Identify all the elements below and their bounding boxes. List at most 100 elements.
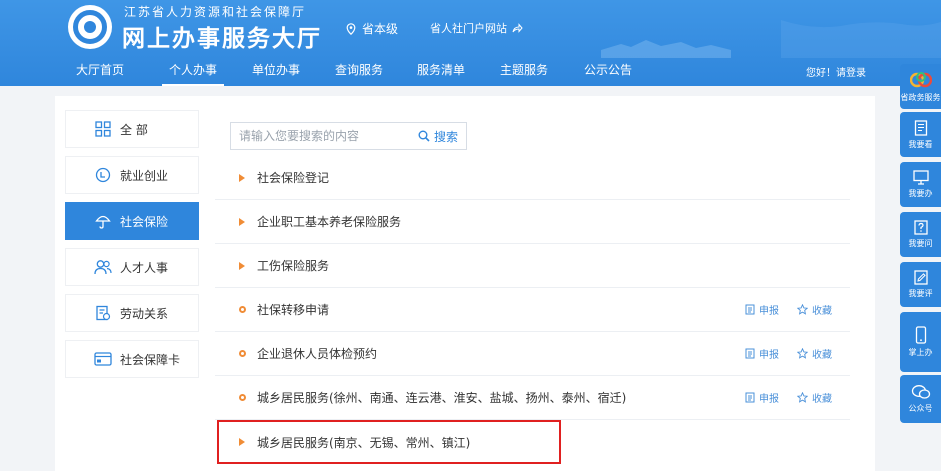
category-label: 社会保障卡 [120, 352, 181, 367]
category-label: 人才人事 [120, 260, 169, 275]
search-button[interactable]: 搜索 [410, 128, 466, 145]
favorite-label: 收藏 [812, 394, 832, 405]
view-label: 我要看 [908, 139, 933, 149]
form-icon [745, 348, 755, 359]
site-title: 网上办事服务大厅 [122, 26, 322, 52]
wechat-icon [911, 385, 930, 399]
apply-button[interactable]: 申报 [745, 390, 779, 405]
category-social-insurance[interactable]: 社会保险 [65, 202, 199, 240]
gov-service-label: 省政务服务 [900, 92, 941, 102]
category-ss-card[interactable]: 社会保障卡 [65, 340, 199, 378]
nav-item-theme[interactable]: 主题服务 [496, 58, 552, 86]
logo[interactable] [68, 5, 112, 49]
search-box: 搜索 [230, 122, 467, 150]
book-icon [914, 119, 927, 136]
gov-service-button[interactable]: 省政务服务 [900, 64, 941, 109]
grid-icon [94, 120, 112, 138]
service-name[interactable]: 社保转移申请 [257, 301, 745, 318]
service-row[interactable]: 工伤保险服务 [215, 244, 850, 288]
view-button[interactable]: 我要看 [900, 112, 941, 157]
main-panel: 全 部 就业创业 社会保险 人才人事 劳动关系 社会保障卡 请输入您要搜索的内容… [55, 96, 875, 471]
category-employment[interactable]: 就业创业 [65, 156, 199, 194]
site-header: 江苏省人力资源和社会保障厅 网上办事服务大厅 省本级 省人社门户网站 大厅首页 … [0, 0, 941, 86]
category-all[interactable]: 全 部 [65, 110, 199, 148]
wechat-button[interactable]: 公众号 [900, 375, 941, 423]
phone-icon [915, 326, 926, 344]
favorite-label: 收藏 [812, 306, 832, 317]
triangle-marker-icon [239, 217, 245, 226]
triangle-marker-icon [239, 173, 245, 182]
apply-button[interactable]: 申报 [745, 302, 779, 317]
handle-button[interactable]: 我要办 [900, 162, 941, 207]
category-labor[interactable]: 劳动关系 [65, 294, 199, 332]
service-name[interactable]: 社会保险登记 [257, 169, 850, 186]
favorite-button[interactable]: 收藏 [797, 302, 832, 317]
service-row[interactable]: 社会保险登记 [215, 156, 850, 200]
mobile-label: 掌上办 [908, 348, 933, 357]
circle-marker-icon [238, 306, 246, 313]
star-icon [797, 304, 808, 315]
location-pin-icon [346, 22, 356, 35]
rate-button[interactable]: 我要评 [900, 262, 941, 307]
service-row[interactable]: 企业职工基本养老保险服务 [215, 200, 850, 244]
category-label: 社会保险 [120, 214, 169, 229]
service-name[interactable]: 企业退休人员体检预约 [257, 345, 745, 362]
briefcase-icon [94, 166, 112, 184]
star-icon [797, 348, 808, 359]
circle-marker-icon [238, 350, 246, 357]
category-label: 劳动关系 [120, 306, 169, 321]
wechat-label: 公众号 [908, 404, 933, 413]
gov-service-icon [909, 71, 932, 87]
edit-icon [913, 270, 928, 285]
nav-item-personal[interactable]: 个人办事 [162, 58, 224, 86]
search-button-label: 搜索 [433, 129, 458, 144]
nav-item-company[interactable]: 单位办事 [248, 58, 304, 86]
share-arrow-icon [512, 23, 523, 33]
service-name[interactable]: 企业职工基本养老保险服务 [257, 213, 850, 230]
ask-label: 我要问 [908, 239, 933, 248]
category-label: 就业创业 [120, 168, 169, 183]
org-name: 江苏省人力资源和社会保障厅 [124, 5, 307, 19]
service-content: 搜索 社会保险登记 企业职工基本养老保险服务 工伤保险服务 社保转移申请 [215, 96, 875, 471]
card-icon [94, 350, 112, 368]
favorite-button[interactable]: 收藏 [797, 390, 832, 405]
people-icon [94, 258, 112, 276]
search-input[interactable] [231, 123, 410, 149]
star-icon [797, 392, 808, 403]
service-name[interactable]: 城乡居民服务(徐州、南通、连云港、淮安、盐城、扬州、泰州、宿迁) [257, 389, 745, 406]
service-name[interactable]: 工伤保险服务 [257, 257, 850, 274]
region-selector[interactable]: 省本级 [346, 20, 398, 37]
nav-item-service-list[interactable]: 服务清单 [413, 58, 469, 86]
favorite-label: 收藏 [812, 350, 832, 361]
service-row[interactable]: 城乡居民服务(徐州、南通、连云港、淮安、盐城、扬州、泰州、宿迁) 申报 收藏 [215, 376, 850, 420]
nav-item-home[interactable]: 大厅首页 [72, 58, 128, 86]
apply-label: 申报 [759, 394, 779, 405]
region-label: 省本级 [362, 22, 399, 36]
handle-label: 我要办 [908, 189, 933, 198]
portal-link[interactable]: 省人社门户网站 [430, 20, 523, 36]
umbrella-icon [94, 212, 112, 230]
apply-label: 申报 [759, 350, 779, 361]
monitor-icon [912, 170, 929, 185]
search-icon [418, 130, 430, 142]
document-icon [94, 304, 112, 322]
mobile-button[interactable]: 掌上办 [900, 312, 941, 372]
category-talent[interactable]: 人才人事 [65, 248, 199, 286]
portal-link-label: 省人社门户网站 [430, 22, 507, 35]
nav-item-announcement[interactable]: 公示公告 [580, 58, 636, 86]
nav-item-query[interactable]: 查询服务 [331, 58, 387, 86]
form-icon [745, 392, 755, 403]
login-link[interactable]: 您好！请登录 [806, 64, 866, 79]
ask-button[interactable]: 我要问 [900, 212, 941, 257]
rate-label: 我要评 [908, 289, 933, 298]
main-nav: 大厅首页 个人办事 单位办事 查询服务 服务清单 主题服务 公示公告 [0, 58, 941, 86]
service-row[interactable]: 企业退休人员体检预约 申报 收藏 [215, 332, 850, 376]
service-row[interactable]: 社保转移申请 申报 收藏 [215, 288, 850, 332]
circle-marker-icon [238, 394, 246, 401]
apply-label: 申报 [759, 306, 779, 317]
apply-button[interactable]: 申报 [745, 346, 779, 361]
favorite-button[interactable]: 收藏 [797, 346, 832, 361]
form-icon [745, 304, 755, 315]
question-icon [913, 220, 928, 235]
highlight-box [217, 420, 561, 464]
